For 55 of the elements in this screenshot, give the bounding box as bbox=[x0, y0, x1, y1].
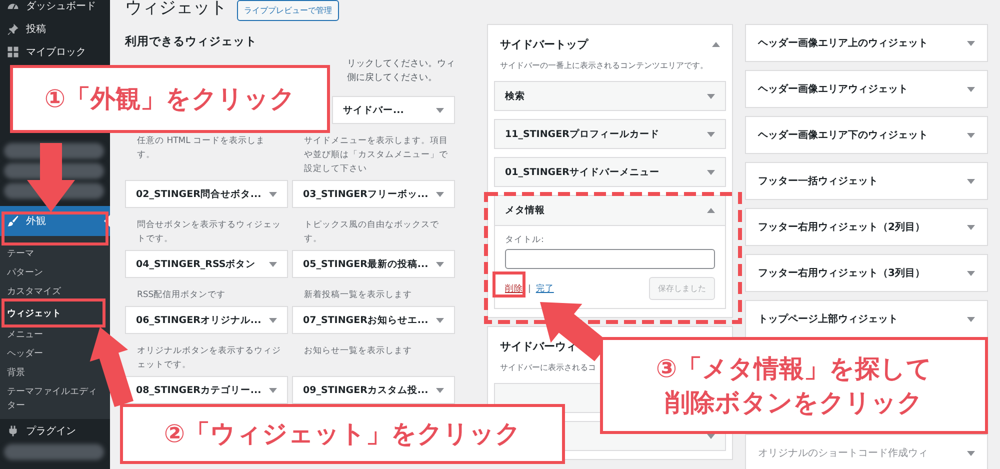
widget-description: RSS配信用ボタンです bbox=[136, 289, 227, 302]
menu-item[interactable]: プラグイン bbox=[0, 419, 110, 442]
widget-description: お知らせ一覧を表示します bbox=[303, 345, 413, 358]
submenu-item[interactable]: パターン bbox=[0, 264, 45, 283]
live-preview-button[interactable]: ライブプレビューで管理 bbox=[237, 0, 339, 21]
widget-description: 問合せボタンを表示するウィジェットです。 bbox=[136, 219, 282, 246]
widget-item[interactable]: 02_STINGER問合せボタ... bbox=[125, 180, 288, 208]
area-description: サイドバーの一番上に表示されるコンテンツエリアです。 bbox=[500, 60, 708, 72]
widget-item[interactable]: 01_STINGERサイドバーメニュー bbox=[494, 157, 726, 187]
section-heading: 利用できるウィジェット bbox=[125, 34, 258, 49]
widget-item[interactable]: サイドバー... bbox=[332, 96, 455, 124]
widget-area-item[interactable]: フッター一括ウィジェット bbox=[745, 162, 988, 200]
menu-item[interactable]: マイブロック bbox=[0, 40, 110, 63]
widget-item[interactable]: 03_STINGERフリーボッ... bbox=[292, 180, 455, 208]
submenu-item[interactable]: ヘッダー bbox=[0, 345, 45, 364]
area-title: サイドバートップ bbox=[500, 36, 588, 52]
submenu-item[interactable]: 背景 bbox=[0, 364, 27, 383]
field-label: タイトル: bbox=[505, 234, 545, 246]
submenu-item[interactable]: カスタマイズ bbox=[0, 283, 63, 302]
submenu-item[interactable]: メニュー bbox=[0, 326, 45, 345]
done-link[interactable]: 完了 bbox=[536, 282, 554, 294]
delete-link[interactable]: 削除 bbox=[505, 282, 523, 294]
page-title: ウィジェット bbox=[125, 0, 227, 20]
widget-item[interactable]: 06_STINGERオリジナル... bbox=[125, 306, 288, 334]
separator-text: | bbox=[528, 284, 531, 294]
widget-item[interactable]: 07_STINGERお知らせエ... bbox=[292, 306, 455, 334]
area-description: サイドバーに表示されるコ bbox=[500, 362, 596, 374]
intro-text: リックしてください。ウィ bbox=[347, 58, 455, 71]
widget-item[interactable]: 05_STINGER最新の投稿... bbox=[292, 250, 455, 278]
submenu-item[interactable]: テーマファイルエディター bbox=[0, 383, 103, 413]
submenu-item[interactable]: テーマ bbox=[0, 245, 36, 264]
widget-description: オリジナルボタンを表示するウィジェットです。 bbox=[136, 345, 282, 372]
widget-area-item[interactable]: ヘッダー画像エリアウィジェット bbox=[745, 70, 988, 108]
widget-area-item[interactable]: ヘッダー画像エリア下のウィジェット bbox=[745, 116, 988, 154]
widget-item[interactable]: 04_STINGER_RSSボタン bbox=[125, 250, 288, 278]
menu-item[interactable]: 投稿 bbox=[0, 17, 110, 40]
intro-text: 側に戻してください。 bbox=[347, 72, 437, 85]
widget-area-item[interactable]: ヘッダー画像エリア上のウィジェット bbox=[745, 24, 988, 62]
widget-area-item[interactable]: フッター右用ウィジェット（2列目） bbox=[745, 208, 988, 246]
widget-item[interactable]: 09_STINGERカスタム投... bbox=[292, 376, 455, 404]
widget-description: 新着投稿一覧を表示します bbox=[303, 288, 413, 302]
widget-description: 任意の HTML コードを表示します。 bbox=[136, 135, 266, 162]
widget-description: サイドメニューを表示します。項目や並び順は「カスタムメニュー」で設定して下さい bbox=[303, 135, 449, 176]
widget-area-item[interactable]: フッター右用ウィジェット（3列目） bbox=[745, 254, 988, 292]
callout-text: ③「メタ情報」を探して 削除ボタンをクリック bbox=[656, 352, 932, 418]
widget-item[interactable]: 11_STINGERプロフィールカード bbox=[494, 119, 726, 149]
callout-text: ②「ウィジェット」をクリック bbox=[164, 418, 522, 450]
callout-text: ①「外観」をクリック bbox=[44, 83, 296, 115]
widget-item[interactable]: 08_STINGERカテゴリー... bbox=[125, 376, 288, 404]
widget-item[interactable]: 検索 bbox=[494, 81, 726, 111]
widget-description: トピックス風の自由なボックスです。 bbox=[303, 219, 440, 246]
submenu-item[interactable]: ウィジェット bbox=[0, 302, 63, 326]
menu-item[interactable]: ダッシュボード bbox=[0, 0, 110, 17]
widget-area-item[interactable]: トップページ上部ウィジェット bbox=[745, 300, 988, 338]
widget-header[interactable]: メタ情報 bbox=[495, 196, 725, 226]
